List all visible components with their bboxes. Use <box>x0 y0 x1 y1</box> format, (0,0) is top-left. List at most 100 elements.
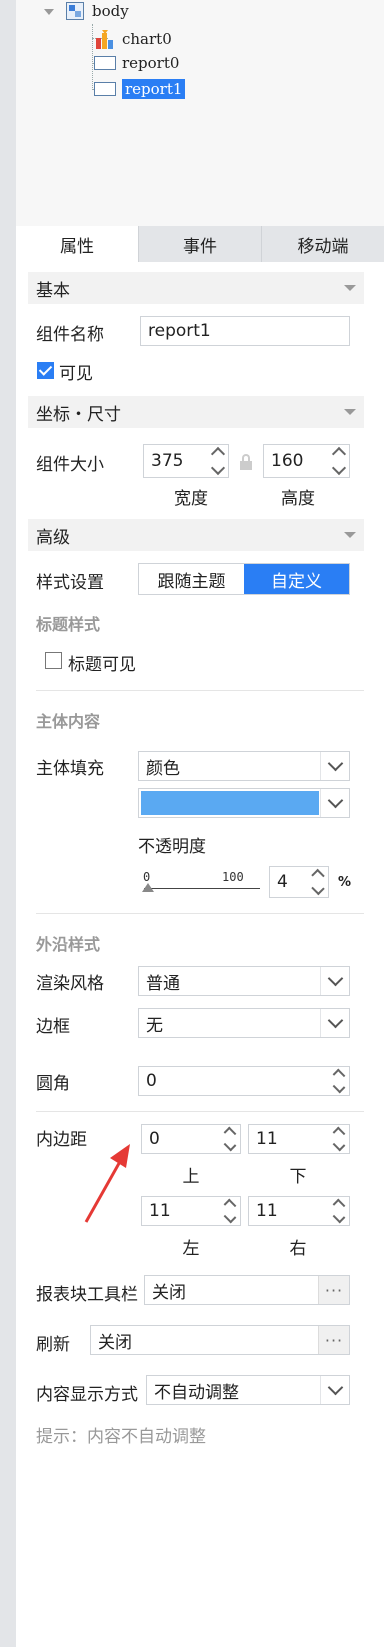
width-input[interactable]: 375 <box>143 444 229 478</box>
tab-events[interactable]: 事件 <box>139 226 262 262</box>
radius-input[interactable]: 0 <box>138 1066 350 1096</box>
padding-left-stepper[interactable] <box>220 1197 240 1225</box>
tree-label-report0: report0 <box>122 54 180 72</box>
title-style-heading: 标题样式 <box>36 615 101 634</box>
style-label: 样式设置 <box>36 573 104 593</box>
padding-left-value: 11 <box>149 1201 171 1221</box>
chevron-down-icon <box>320 967 349 995</box>
body-fill-value: 颜色 <box>146 758 180 779</box>
padding-top-input[interactable]: 0 <box>141 1124 241 1154</box>
refresh-value: 关闭 <box>98 1332 132 1353</box>
style-custom-button[interactable]: 自定义 <box>244 564 349 594</box>
border-label: 边框 <box>36 1017 70 1037</box>
render-style-select[interactable]: 普通 <box>138 966 350 996</box>
opacity-input[interactable]: 4 <box>269 866 329 898</box>
tree-node-chart0[interactable]: chart0 <box>94 28 172 50</box>
height-input[interactable]: 160 <box>263 444 350 478</box>
chevron-down-icon <box>320 1009 349 1037</box>
height-value: 160 <box>271 451 304 471</box>
title-visible-checkbox[interactable] <box>45 652 62 669</box>
width-caption: 宽度 <box>174 489 208 509</box>
render-style-label: 渲染风格 <box>36 974 104 994</box>
content-display-label: 内容显示方式 <box>36 1385 138 1405</box>
chevron-down-icon <box>320 789 349 817</box>
report-icon <box>94 56 116 70</box>
lock-icon[interactable] <box>240 454 252 470</box>
style-toggle: 跟随主题 自定义 <box>138 563 350 595</box>
chevron-down-icon <box>320 752 349 780</box>
padding-bottom-value: 11 <box>256 1129 278 1149</box>
toolbar-label: 报表块工具栏 <box>36 1285 138 1305</box>
slider-track <box>144 888 260 889</box>
section-advanced-header[interactable]: 高级 <box>28 519 364 551</box>
divider <box>36 913 364 914</box>
collapse-arrow-icon[interactable] <box>44 9 54 15</box>
tree-connector <box>92 24 93 90</box>
component-name-input[interactable]: report1 <box>140 316 350 346</box>
component-tree: body chart0 report0 report1 <box>16 0 384 226</box>
section-title: 高级 <box>36 527 70 548</box>
hint-text: 提示：内容不自动调整 <box>36 1427 206 1447</box>
tree-node-body[interactable]: body <box>66 2 129 20</box>
toolbar-field[interactable]: 关闭 ··· <box>144 1275 350 1305</box>
fill-color-picker[interactable] <box>138 788 350 818</box>
outer-style-heading: 外沿样式 <box>36 935 101 954</box>
padding-bottom-stepper[interactable] <box>329 1125 349 1153</box>
report-icon <box>94 82 116 96</box>
fill-color-swatch <box>141 791 319 815</box>
body-fill-select[interactable]: 颜色 <box>138 751 350 781</box>
slider-min-label: 0 <box>143 870 151 884</box>
chevron-down-icon <box>320 1376 349 1404</box>
section-title: 基本 <box>36 280 70 301</box>
padding-top-value: 0 <box>149 1129 160 1149</box>
opacity-stepper[interactable] <box>308 867 328 897</box>
width-value: 375 <box>151 451 184 471</box>
padding-bottom-input[interactable]: 11 <box>248 1124 350 1154</box>
tree-label-chart0: chart0 <box>122 30 172 48</box>
padding-top-stepper[interactable] <box>220 1125 240 1153</box>
padding-left-caption: 左 <box>182 1239 200 1259</box>
tree-label-report1: report1 <box>122 79 186 99</box>
ellipsis-button[interactable]: ··· <box>318 1276 349 1304</box>
section-basic-header[interactable]: 基本 <box>28 272 364 304</box>
divider <box>36 1111 364 1112</box>
opacity-label: 不透明度 <box>138 837 206 857</box>
component-name-label: 组件名称 <box>36 325 104 345</box>
section-title: 坐标・尺寸 <box>36 404 121 425</box>
content-display-value: 不自动调整 <box>154 1382 239 1403</box>
width-stepper[interactable] <box>208 445 228 477</box>
left-gutter <box>0 0 16 1647</box>
section-coords-header[interactable]: 坐标・尺寸 <box>28 396 364 428</box>
padding-left-input[interactable]: 11 <box>141 1196 241 1226</box>
ellipsis-button[interactable]: ··· <box>318 1326 349 1354</box>
padding-right-input[interactable]: 11 <box>248 1196 350 1226</box>
content-display-select[interactable]: 不自动调整 <box>146 1375 350 1405</box>
chevron-down-icon <box>344 285 356 291</box>
property-tabs: 属性 事件 移动端 <box>16 226 384 262</box>
toolbar-value: 关闭 <box>152 1282 186 1303</box>
opacity-value: 4 <box>277 872 288 892</box>
tab-mobile[interactable]: 移动端 <box>262 226 384 262</box>
style-follow-theme-button[interactable]: 跟随主题 <box>139 564 244 594</box>
tree-node-report1[interactable]: report1 <box>94 79 186 99</box>
radius-stepper[interactable] <box>329 1067 349 1095</box>
padding-top-caption: 上 <box>182 1167 200 1187</box>
tab-properties[interactable]: 属性 <box>16 226 139 262</box>
tree-node-report0[interactable]: report0 <box>94 54 179 72</box>
height-stepper[interactable] <box>329 445 349 477</box>
padding-bottom-caption: 下 <box>289 1167 307 1187</box>
radius-label: 圆角 <box>36 1074 70 1094</box>
annotation-arrow-icon <box>84 1144 130 1223</box>
border-select[interactable]: 无 <box>138 1008 350 1038</box>
opacity-slider[interactable]: 0 100 <box>140 868 264 896</box>
properties-panel: 基本 组件名称 report1 可见 坐标・尺寸 组件大小 375 160 宽度… <box>16 262 384 1647</box>
body-icon <box>66 2 84 20</box>
slider-thumb[interactable] <box>142 883 154 892</box>
visible-checkbox[interactable] <box>37 362 54 379</box>
refresh-field[interactable]: 关闭 ··· <box>90 1325 350 1355</box>
padding-right-caption: 右 <box>289 1239 307 1259</box>
chevron-down-icon <box>344 409 356 415</box>
render-style-value: 普通 <box>146 973 180 994</box>
padding-right-stepper[interactable] <box>329 1197 349 1225</box>
border-value: 无 <box>146 1015 163 1036</box>
